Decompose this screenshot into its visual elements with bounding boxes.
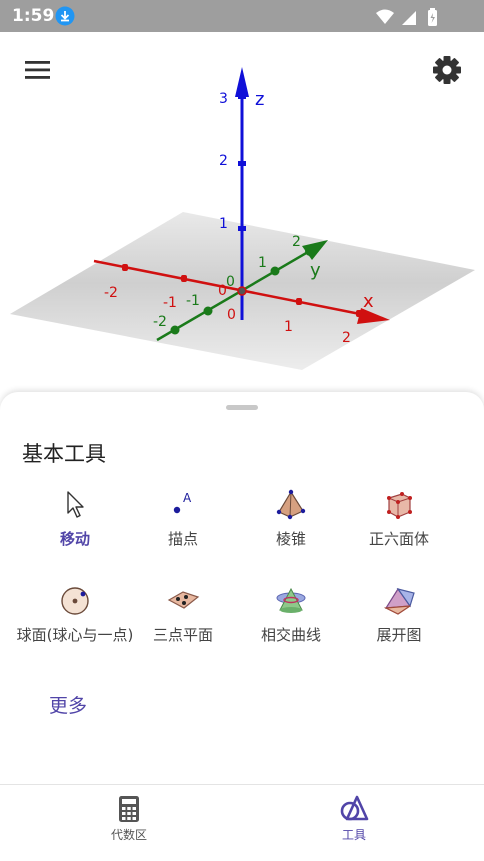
y-tick-mark (170, 325, 180, 335)
tool-label: 球面(球心与一点) (16, 626, 134, 644)
nav-algebra[interactable]: 代数区 (69, 795, 189, 843)
tool-label: 正六面体 (368, 530, 429, 548)
intersect-curve-icon (276, 587, 306, 613)
tool-sphere[interactable]: 球面(球心与一点) (16, 584, 134, 644)
origin-label: 0 (218, 283, 227, 299)
y-tick-mark (203, 306, 213, 316)
tool-net[interactable]: 展开图 (340, 584, 458, 644)
nav-tools-label: 工具 (341, 828, 366, 842)
point-icon: A (173, 491, 192, 514)
z-tick-2: 2 (219, 153, 228, 169)
signal-icon (402, 11, 416, 25)
x-tick-2: 2 (342, 330, 351, 346)
download-icon (55, 6, 75, 26)
z-axis-label: z (255, 89, 264, 110)
bottom-nav: 代数区 工具 (0, 784, 484, 861)
system-status-icons (376, 8, 437, 26)
x-tick-1: 1 (284, 319, 293, 335)
nav-algebra-label: 代数区 (110, 828, 147, 842)
tool-label: 相交曲线 (260, 626, 321, 644)
move-cursor-icon (67, 491, 84, 518)
tool-label: 移动 (59, 530, 90, 548)
tool-point[interactable]: A 描点 (124, 488, 242, 548)
settings-gear-icon[interactable] (430, 53, 464, 87)
tool-move[interactable]: 移动 (16, 488, 134, 548)
tool-label: 棱锥 (275, 530, 306, 548)
section-title-basic-tools: 基本工具 (22, 442, 106, 466)
pyramid-icon (276, 489, 306, 520)
x-tick-neg1: -1 (163, 295, 177, 311)
y-tick-neg2: -2 (153, 314, 167, 330)
calculator-icon (119, 796, 139, 822)
z-tick-2-mark (238, 161, 246, 166)
status-time: 1:59 (12, 6, 55, 26)
tool-label: 描点 (167, 530, 198, 548)
y-tick-1: 1 (258, 255, 267, 271)
tools-shapes-icon (340, 795, 369, 821)
z-tick-3-mark (238, 94, 246, 99)
z-tick-3: 3 (219, 91, 228, 107)
x-tick-mark (122, 264, 128, 271)
x-tick-mark (296, 298, 302, 305)
z-axis-arrow (235, 67, 249, 97)
tool-pyramid[interactable]: 棱锥 (232, 488, 350, 548)
tool-plane-three-points[interactable]: 三点平面 (124, 584, 242, 644)
svg-text:A: A (183, 491, 192, 505)
tool-intersect-curve[interactable]: 相交曲线 (232, 584, 350, 644)
more-tools-button[interactable]: 更多 (49, 691, 87, 718)
y-tick-mark (305, 246, 315, 256)
wifi-icon (376, 9, 394, 24)
x-tick-neg2: -2 (104, 285, 118, 301)
nav-tools[interactable]: 工具 (294, 795, 414, 843)
graphics-3d-view[interactable]: z 3 2 1 x -2 -1 0 1 2 y -2 -1 0 1 2 0 (0, 32, 484, 402)
y-tick-neg1: -1 (186, 293, 200, 309)
y-tick-2: 2 (292, 234, 301, 250)
x-tick-mark (181, 275, 187, 282)
net-icon (383, 587, 415, 615)
cube-icon (387, 492, 412, 519)
menu-icon[interactable] (24, 58, 52, 82)
tools-sheet: 基本工具 移动 A 描点 棱锥 正六面体 球面(球心与一点) 三点平面 相交曲线… (0, 392, 484, 784)
x-axis-label: x (363, 291, 374, 312)
tool-label: 三点平面 (152, 626, 213, 644)
y-axis-label: y (310, 260, 321, 281)
y-tick-mark (270, 266, 280, 276)
origin-point (237, 286, 247, 296)
status-bar: 1:59 (0, 0, 484, 32)
x-tick-0: 0 (227, 307, 236, 323)
tool-cube[interactable]: 正六面体 (340, 488, 458, 548)
z-tick-1-mark (238, 226, 246, 231)
x-tick-mark (356, 310, 362, 317)
y-tick-0: 0 (226, 274, 235, 290)
sheet-drag-handle[interactable] (226, 405, 258, 410)
sphere-icon (61, 587, 89, 615)
plane-three-points-icon (167, 591, 200, 609)
z-tick-1: 1 (219, 216, 228, 232)
tool-label: 展开图 (376, 626, 422, 644)
